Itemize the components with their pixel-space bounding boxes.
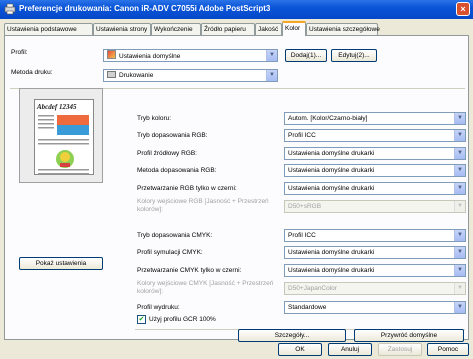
- rgb-matching-mode-select[interactable]: Profil ICC ▼: [284, 129, 466, 142]
- gcr-label: Użyj profilu GCR 100%: [149, 316, 216, 323]
- check-icon: ✔: [138, 316, 145, 323]
- profile-select[interactable]: Ustawienia domyślne ▼: [103, 49, 278, 62]
- rgb-matching-method-select[interactable]: Ustawienia domyślne drukarki ▼: [284, 164, 466, 177]
- color-mode-label: Tryb koloru:: [137, 115, 172, 122]
- color-mode-value: Autom. [Kolor/Czarno-biały]: [288, 115, 368, 122]
- chevron-down-icon: ▼: [266, 50, 277, 61]
- cancel-button[interactable]: Anuluj: [328, 343, 372, 356]
- tab-color[interactable]: Kolor: [282, 21, 306, 36]
- printer-icon: [4, 3, 16, 15]
- rgb-matching-method-label: Metoda dopasowania RGB:: [137, 167, 217, 174]
- output-profile-select[interactable]: Standardowe ▼: [284, 301, 466, 314]
- chevron-down-icon: ▼: [454, 148, 465, 159]
- cmyk-matching-mode-label: Tryb dopasowania CMYK:: [137, 232, 213, 239]
- chevron-down-icon: ▼: [454, 113, 465, 124]
- rgb-matching-mode-label: Tryb dopasowania RGB:: [137, 132, 208, 139]
- profile-value: Ustawienia domyślne: [119, 53, 181, 60]
- profile-label: Profil:: [11, 49, 28, 56]
- cmyk-matching-mode-select[interactable]: Profil ICC ▼: [284, 229, 466, 242]
- title-bar: Preferencje drukowania: Canon iR-ADV C70…: [0, 0, 473, 19]
- chevron-down-icon: ▼: [454, 265, 465, 276]
- details-button[interactable]: Szczegóły...: [238, 329, 346, 342]
- rgb-input-colors-select: D50+sRGB ▼: [284, 200, 466, 213]
- restore-defaults-button[interactable]: Przywróć domyślne: [354, 329, 464, 342]
- chevron-down-icon: ▼: [454, 247, 465, 258]
- cmyk-simulation-profile-select[interactable]: Ustawienia domyślne drukarki ▼: [284, 246, 466, 259]
- cmyk-simulation-profile-label: Profil symulacji CMYK:: [137, 249, 203, 256]
- rgb-input-colors-value: D50+sRGB: [288, 203, 322, 210]
- cmyk-input-colors-value: D50+JapanColor: [288, 285, 337, 292]
- rgb-input-colors-label: Kolory wejściowe RGB [Jasność + Przestrz…: [137, 198, 269, 213]
- cmyk-black-only-select[interactable]: Ustawienia domyślne drukarki ▼: [284, 264, 466, 277]
- chevron-down-icon: ▼: [454, 230, 465, 241]
- rgb-source-profile-select[interactable]: Ustawienia domyślne drukarki ▼: [284, 147, 466, 160]
- rgb-black-only-select[interactable]: Ustawienia domyślne drukarki ▼: [284, 182, 466, 195]
- chevron-down-icon: ▼: [454, 302, 465, 313]
- print-method-value: Drukowanie: [119, 72, 154, 79]
- preview-page: Abcdef 12345: [34, 99, 94, 175]
- chevron-down-icon: ▼: [454, 165, 465, 176]
- add-profile-button[interactable]: Dodaj(1)...: [285, 49, 327, 62]
- cmyk-black-only-label: Przetwarzanie CMYK tylko w czerni:: [137, 267, 242, 274]
- print-method-label: Metoda druku:: [11, 69, 53, 76]
- output-profile-label: Profil wydruku:: [137, 304, 180, 311]
- preview-pane: Abcdef 12345: [19, 88, 103, 183]
- chevron-down-icon: ▼: [454, 201, 465, 212]
- edit-profile-button[interactable]: Edytuj(2)...: [331, 49, 377, 62]
- print-icon: [107, 71, 116, 78]
- rgb-matching-mode-value: Profil ICC: [288, 132, 316, 139]
- color-mode-select[interactable]: Autom. [Kolor/Czarno-biały] ▼: [284, 112, 466, 125]
- rgb-source-profile-label: Profil źródłowy RGB:: [137, 150, 197, 157]
- rgb-black-only-value: Ustawienia domyślne drukarki: [288, 185, 375, 192]
- window-title: Preferencje drukowania: Canon iR-ADV C70…: [19, 4, 271, 13]
- cmyk-input-colors-label: Kolory wejściowe CMYK [Jasność + Przestr…: [137, 280, 274, 295]
- rgb-matching-method-value: Ustawienia domyślne drukarki: [288, 167, 375, 174]
- cmyk-black-only-value: Ustawienia domyślne drukarki: [288, 267, 375, 274]
- apply-button: Zastosuj: [378, 343, 422, 356]
- cmyk-input-colors-select: D50+JapanColor ▼: [284, 282, 466, 295]
- preview-graphic: [38, 115, 89, 175]
- ok-button[interactable]: OK: [278, 343, 322, 356]
- chevron-down-icon: ▼: [266, 70, 277, 81]
- cmyk-simulation-profile-value: Ustawienia domyślne drukarki: [288, 249, 375, 256]
- chevron-down-icon: ▼: [454, 183, 465, 194]
- gcr-checkbox[interactable]: ✔: [137, 315, 146, 324]
- cmyk-matching-mode-value: Profil ICC: [288, 232, 316, 239]
- chevron-down-icon: ▼: [454, 130, 465, 141]
- rgb-black-only-label: Przetwarzanie RGB tylko w czerni:: [137, 185, 237, 192]
- help-button[interactable]: Pomoc: [427, 343, 469, 356]
- show-settings-button[interactable]: Pokaż ustawienia: [19, 257, 103, 270]
- output-profile-value: Standardowe: [288, 304, 327, 311]
- chevron-down-icon: ▼: [454, 283, 465, 294]
- rgb-source-profile-value: Ustawienia domyślne drukarki: [288, 150, 375, 157]
- color-settings-panel: Profil: Ustawienia domyślne ▼ Dodaj(1)..…: [4, 35, 469, 342]
- close-button[interactable]: ×: [456, 2, 470, 16]
- print-method-select[interactable]: Drukowanie ▼: [103, 69, 278, 82]
- profile-icon: [107, 50, 116, 59]
- preview-sample-text: Abcdef 12345: [37, 103, 77, 111]
